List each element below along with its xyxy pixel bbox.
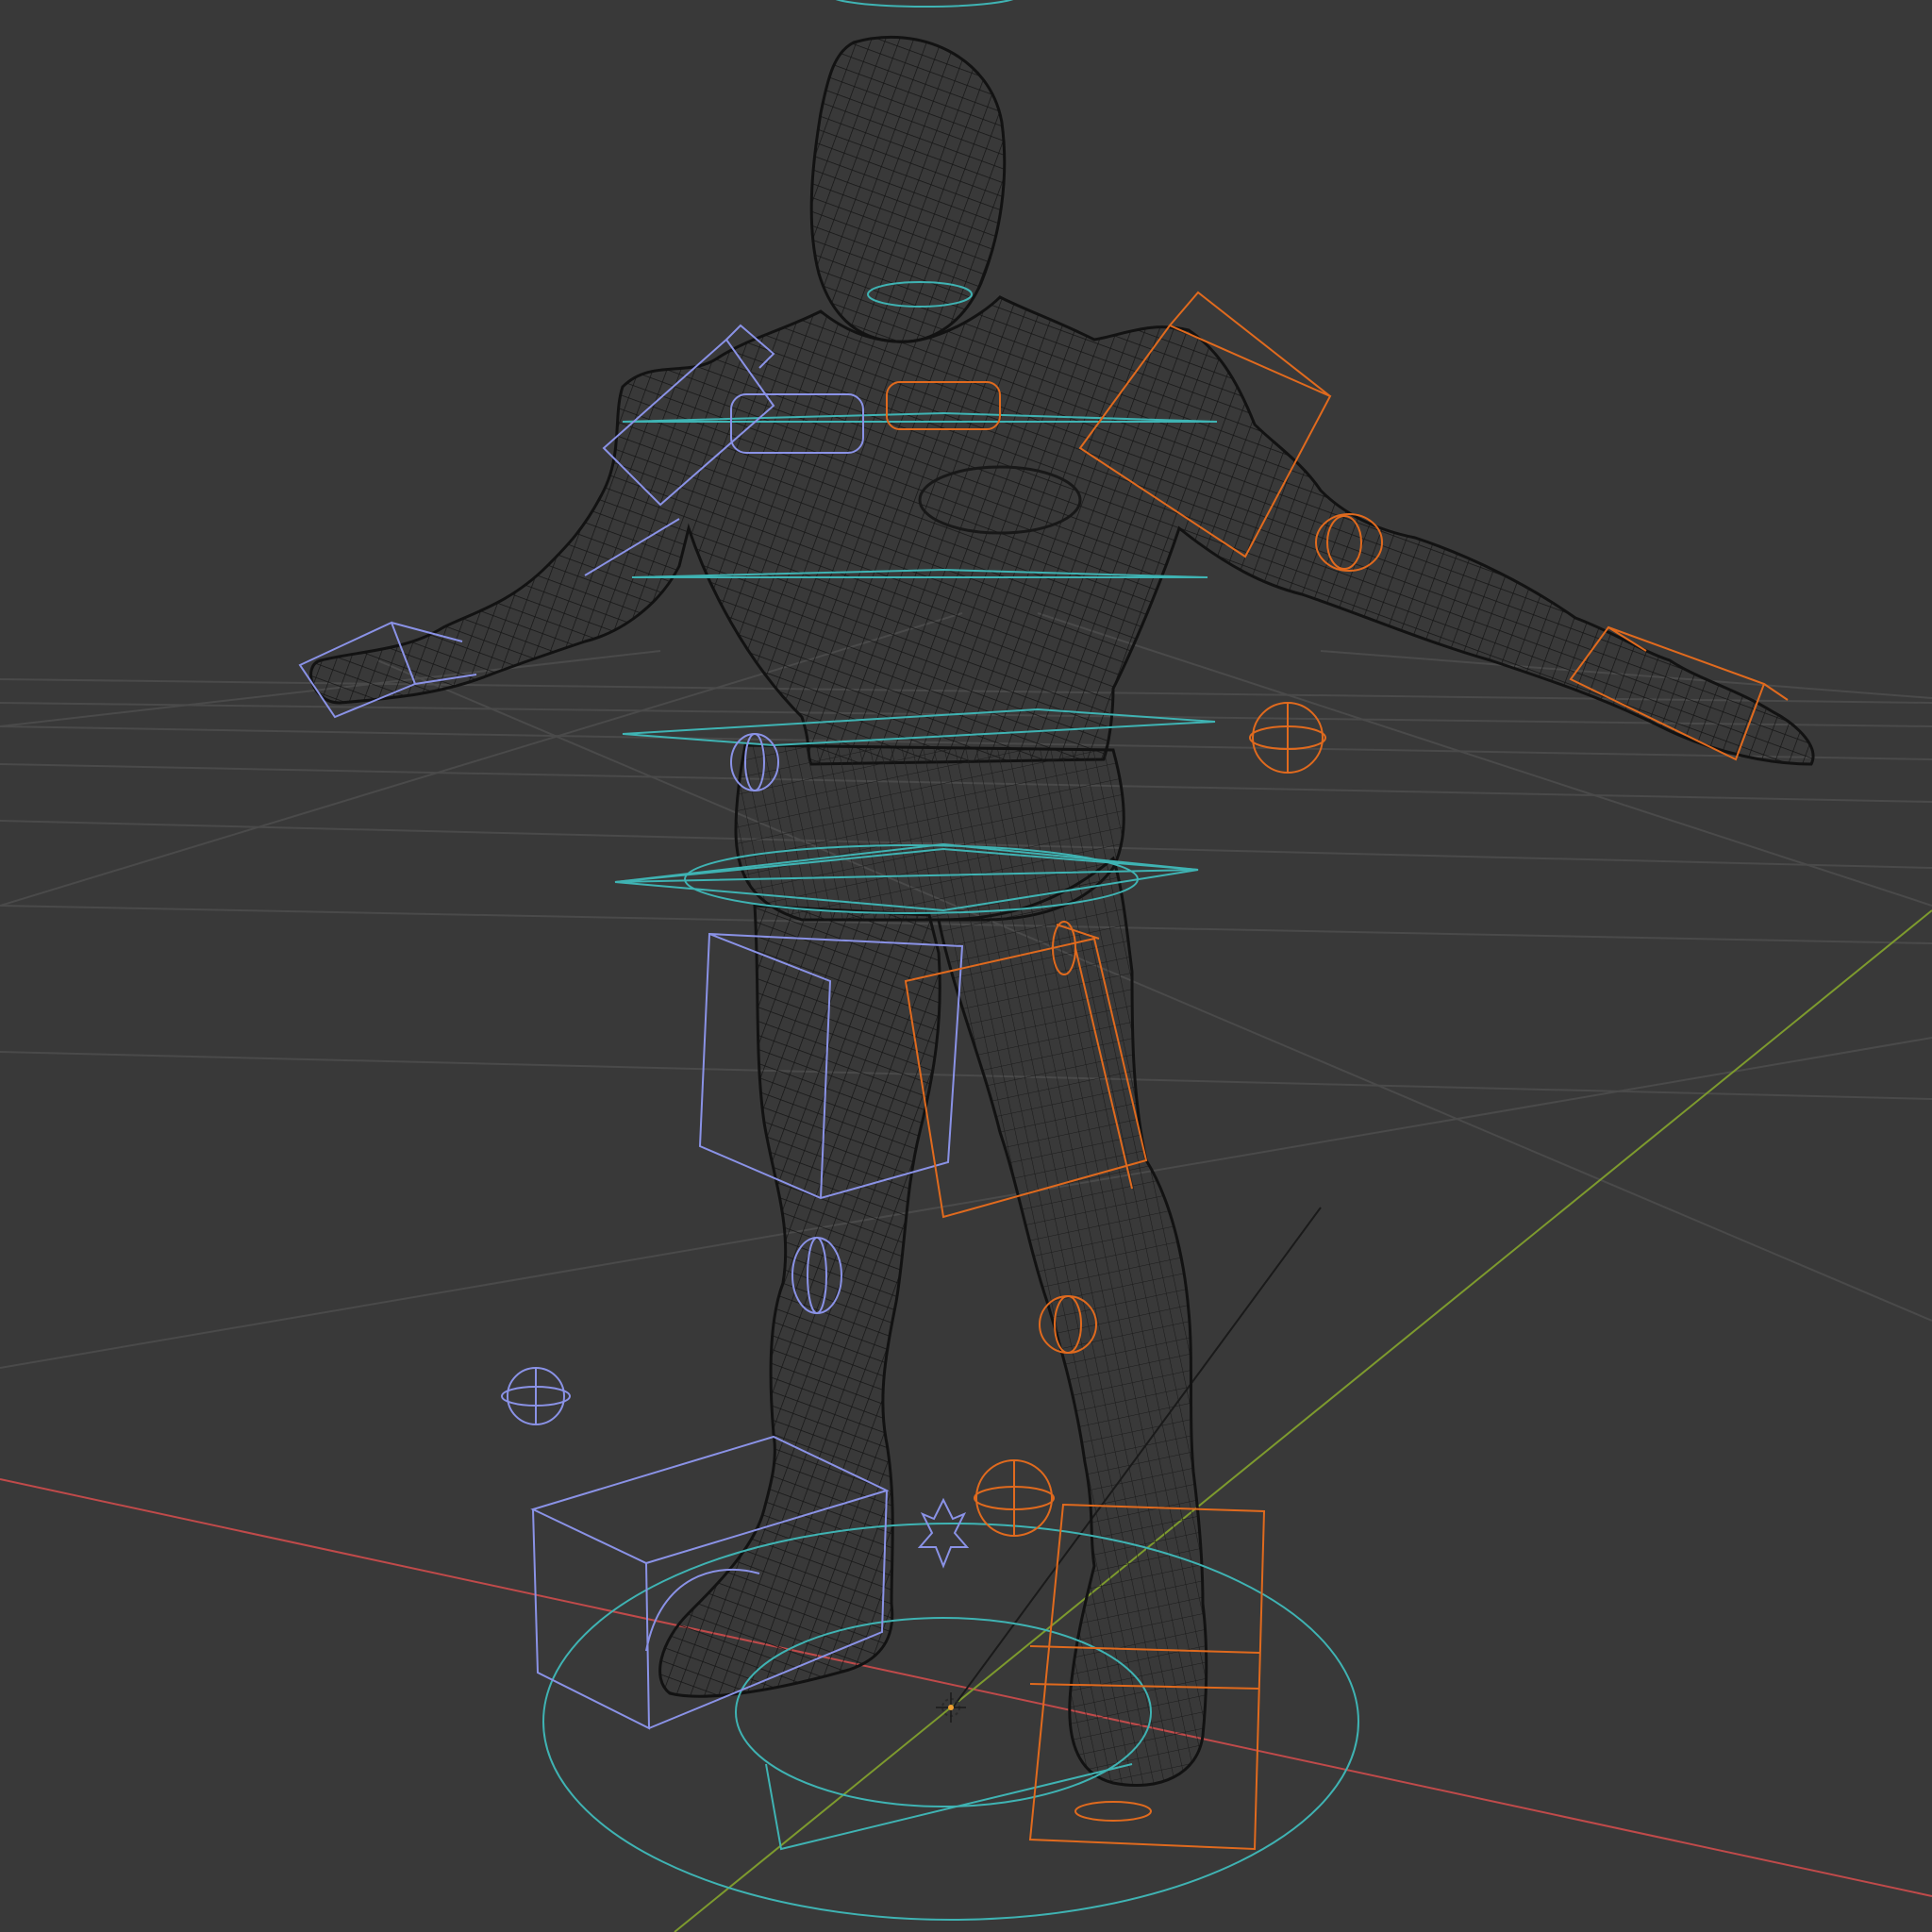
- viewport-canvas[interactable]: [0, 0, 1932, 1932]
- grid-line: [0, 1037, 1932, 1369]
- grid-line: [0, 1051, 1932, 1100]
- mesh-torso[interactable]: [309, 295, 1815, 766]
- 3d-viewport[interactable]: [0, 0, 1932, 1932]
- right-heel-control[interactable]: [1074, 1801, 1152, 1822]
- 3d-cursor-center: [948, 1705, 954, 1710]
- left-toe-pivot-control[interactable]: [917, 1497, 970, 1569]
- x-axis-line: [0, 1478, 1932, 1897]
- head-top-control[interactable]: [830, 0, 1019, 8]
- mesh-right-leg[interactable]: [937, 856, 1208, 1788]
- mesh-head[interactable]: [809, 35, 1007, 343]
